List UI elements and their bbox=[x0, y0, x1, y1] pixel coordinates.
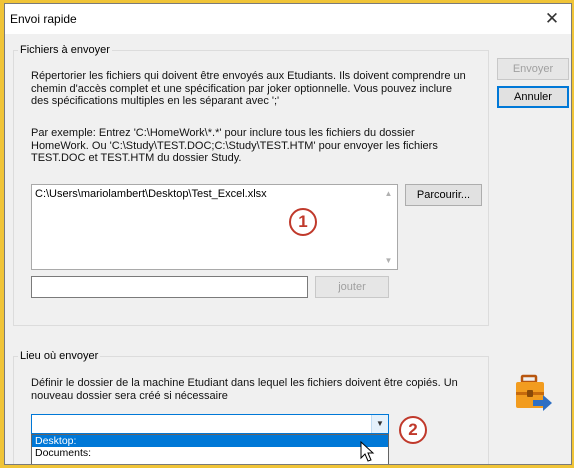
mouse-pointer-icon bbox=[360, 441, 375, 462]
destination-combobox[interactable]: ▼ bbox=[31, 414, 389, 434]
destination-dropdown-list[interactable]: Desktop: Documents: bbox=[31, 434, 389, 464]
chevron-down-icon[interactable]: ▼ bbox=[371, 415, 388, 433]
files-description: Répertorier les fichiers qui doivent êtr… bbox=[31, 70, 466, 107]
annotation-marker-2: 2 bbox=[399, 416, 427, 444]
add-button[interactable]: jouter bbox=[315, 276, 389, 298]
send-button[interactable]: Envoyer bbox=[497, 58, 569, 80]
title-bar: Envoi rapide ✕ bbox=[5, 4, 571, 34]
close-icon[interactable]: ✕ bbox=[533, 4, 571, 34]
list-item[interactable]: C:\Users\mariolambert\Desktop\Test_Excel… bbox=[35, 188, 267, 200]
cancel-button[interactable]: Annuler bbox=[497, 86, 569, 108]
dropdown-option-documents[interactable]: Documents: bbox=[32, 447, 388, 459]
annotation-marker-1: 1 bbox=[289, 208, 317, 236]
files-example: Par exemple: Entrez 'C:\HomeWork\*.*' po… bbox=[31, 127, 438, 164]
destination-group-legend: Lieu où envoyer bbox=[20, 350, 99, 362]
add-file-input[interactable] bbox=[31, 276, 308, 298]
files-list[interactable]: C:\Users\mariolambert\Desktop\Test_Excel… bbox=[31, 184, 398, 270]
files-list-scrollbar[interactable]: ▲ ▼ bbox=[380, 185, 397, 269]
scroll-up-icon[interactable]: ▲ bbox=[380, 185, 397, 202]
destination-description: Définir le dossier de la machine Etudian… bbox=[31, 377, 458, 402]
window-title: Envoi rapide bbox=[10, 12, 77, 26]
briefcase-send-icon bbox=[516, 374, 552, 411]
files-group-legend: Fichiers à envoyer bbox=[20, 44, 110, 56]
scroll-down-icon[interactable]: ▼ bbox=[380, 252, 397, 269]
browse-button[interactable]: Parcourir... bbox=[405, 184, 482, 206]
dropdown-option-desktop[interactable]: Desktop: bbox=[32, 435, 388, 447]
quick-send-dialog: Envoi rapide ✕ Fichiers à envoyer Répert… bbox=[4, 3, 572, 465]
